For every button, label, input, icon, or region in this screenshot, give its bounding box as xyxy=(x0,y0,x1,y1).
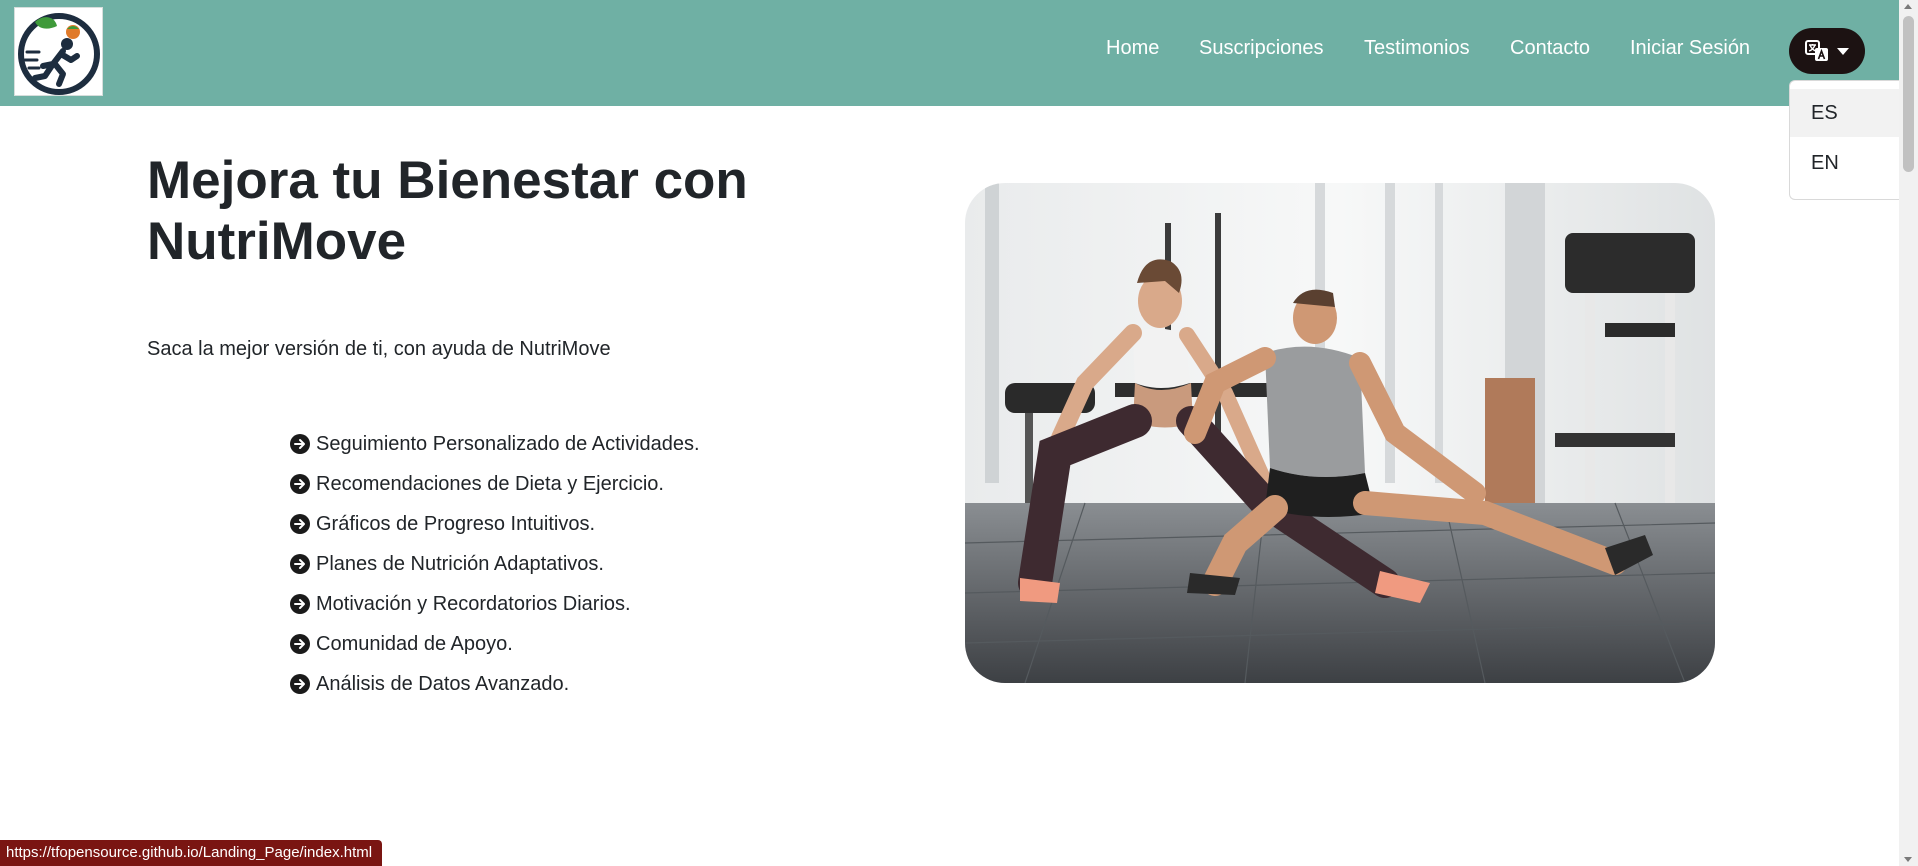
link-status-bar: https://tfopensource.github.io/Landing_P… xyxy=(0,840,383,866)
nav-link-iniciar-sesion[interactable]: Iniciar Sesión xyxy=(1630,34,1750,62)
hero-title-line2: NutriMove xyxy=(147,212,407,271)
feature-text: Planes de Nutrición Adaptativos. xyxy=(316,553,604,575)
feature-item: Análisis de Datos Avanzado. xyxy=(290,664,700,704)
arrow-right-circle-icon xyxy=(290,434,310,454)
language-toggle-button[interactable] xyxy=(1789,28,1865,74)
hero-fitness-image xyxy=(965,183,1715,683)
nav-link-contacto[interactable]: Contacto xyxy=(1510,34,1590,62)
arrow-right-circle-icon xyxy=(290,554,310,574)
arrow-right-circle-icon xyxy=(290,634,310,654)
language-dropdown-menu: ES EN xyxy=(1789,80,1902,200)
hero-title-line1: Mejora tu Bienestar con xyxy=(147,151,748,210)
hero-subtitle: Saca la mejor versión de ti, con ayuda d… xyxy=(147,338,611,360)
feature-item: Gráficos de Progreso Intuitivos. xyxy=(290,504,700,544)
nav-link-home[interactable]: Home xyxy=(1106,34,1159,62)
nav-link-testimonios[interactable]: Testimonios xyxy=(1364,34,1470,62)
language-option-es[interactable]: ES xyxy=(1790,89,1902,137)
feature-text: Motivación y Recordatorios Diarios. xyxy=(316,593,631,615)
translate-icon xyxy=(1805,40,1828,61)
page-scrollbar[interactable] xyxy=(1899,0,1918,866)
scroll-down-icon[interactable] xyxy=(1904,857,1912,862)
scroll-up-icon[interactable] xyxy=(1904,4,1912,9)
arrow-right-circle-icon xyxy=(290,594,310,614)
feature-list: Seguimiento Personalizado de Actividades… xyxy=(290,424,700,704)
nav-links: Home Suscripciones Testimonios Contacto … xyxy=(0,34,1899,64)
feature-text: Seguimiento Personalizado de Actividades… xyxy=(316,433,700,455)
feature-item: Comunidad de Apoyo. xyxy=(290,624,700,664)
feature-text: Recomendaciones de Dieta y Ejercicio. xyxy=(316,473,664,495)
language-option-en[interactable]: EN xyxy=(1790,139,1902,187)
hero-title: Mejora tu Bienestar con NutriMove xyxy=(147,150,847,272)
feature-item: Recomendaciones de Dieta y Ejercicio. xyxy=(290,464,700,504)
feature-text: Análisis de Datos Avanzado. xyxy=(316,673,570,695)
chevron-down-icon xyxy=(1837,48,1849,55)
scrollbar-thumb[interactable] xyxy=(1903,16,1914,172)
arrow-right-circle-icon xyxy=(290,474,310,494)
feature-item: Motivación y Recordatorios Diarios. xyxy=(290,584,700,624)
arrow-right-circle-icon xyxy=(290,674,310,694)
arrow-right-circle-icon xyxy=(290,514,310,534)
feature-item: Seguimiento Personalizado de Actividades… xyxy=(290,424,700,464)
feature-item: Planes de Nutrición Adaptativos. xyxy=(290,544,700,584)
feature-text: Gráficos de Progreso Intuitivos. xyxy=(316,513,596,535)
nav-link-suscripciones[interactable]: Suscripciones xyxy=(1199,34,1324,62)
navbar: Home Suscripciones Testimonios Contacto … xyxy=(0,0,1899,106)
feature-text: Comunidad de Apoyo. xyxy=(316,633,513,655)
